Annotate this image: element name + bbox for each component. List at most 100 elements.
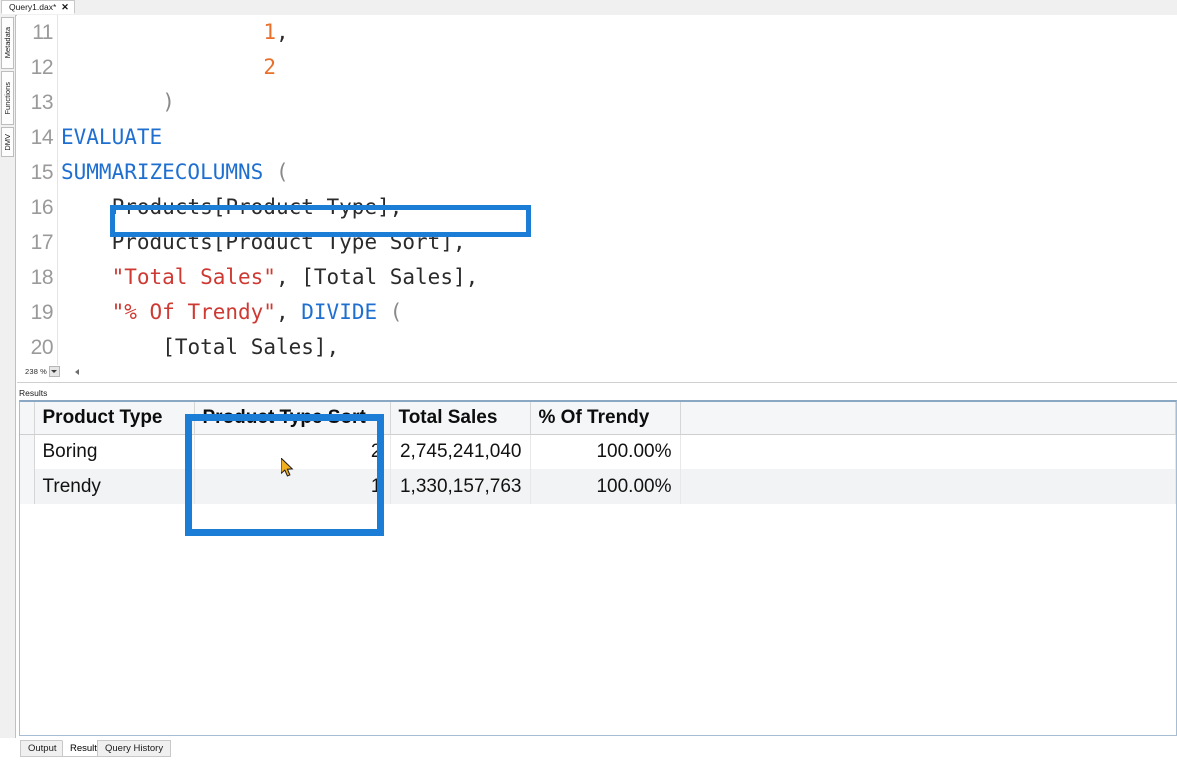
sidebar-item-label: DMV (2, 133, 12, 151)
line-number: 14 (30, 126, 54, 149)
line-number: 16 (30, 196, 54, 219)
tab-query-history[interactable]: Query History (97, 740, 172, 757)
row-selector-cell[interactable] (20, 469, 35, 504)
code-line[interactable]: 11 1, (17, 15, 1177, 50)
code-token: EVALUATE (61, 125, 163, 149)
code-token: , [Total Sales], (275, 265, 479, 289)
cell-product-type[interactable]: Boring (34, 434, 195, 469)
gutter-divider (57, 120, 58, 155)
gutter-divider (57, 85, 58, 120)
code-token: "Total Sales" (111, 265, 276, 289)
column-header-filler (680, 402, 1176, 435)
code-line[interactable]: 15 SUMMARIZECOLUMNS ( (17, 155, 1177, 190)
code-lines-container: 11 1, 12 2 13) 14 EVALUATE 15 SUMMARIZECOLUMNS (… (17, 15, 1177, 365)
cell-pct-of-trendy[interactable]: 100.00% (530, 434, 681, 469)
chevron-down-icon[interactable] (48, 366, 60, 377)
zoom-percent-sign: % (40, 367, 47, 376)
code-token: DIVIDE (301, 300, 378, 324)
code-line[interactable]: 14 EVALUATE (17, 120, 1177, 155)
sidebar-item-metadata[interactable]: Metadata (1, 17, 14, 69)
code-line-text: SUMMARIZECOLUMNS ( (61, 155, 289, 190)
sidebar-item-functions[interactable]: Functions (1, 71, 14, 125)
results-grid: Product Type Product Type Sort Total Sal… (20, 402, 1176, 504)
cell-product-type-sort[interactable]: 1 (194, 469, 391, 504)
column-header-product-type-sort[interactable]: Product Type Sort (194, 402, 391, 435)
gutter-divider (57, 190, 58, 225)
results-grid-frame[interactable]: Product Type Product Type Sort Total Sal… (19, 400, 1177, 736)
code-line-text: "Total Sales", [Total Sales], (112, 260, 479, 295)
column-header-pct-of-trendy[interactable]: % Of Trendy (530, 402, 681, 435)
tab-output[interactable]: Output (20, 740, 65, 757)
gutter-divider (57, 155, 58, 190)
line-number: 19 (30, 301, 54, 324)
left-vertical-tab-rail: Metadata Functions DMV (0, 15, 16, 760)
line-number: 11 (32, 21, 53, 44)
zoom-level-value: 238 (25, 367, 39, 376)
dax-code-editor[interactable]: 11 1, 12 2 13) 14 EVALUATE 15 SUMMARIZECOLUMNS (… (17, 15, 1177, 365)
code-token: 2 (263, 55, 277, 79)
code-token: Products[Product Type], (111, 195, 403, 219)
document-tab-strip: Query1.dax* ✕ (0, 0, 1177, 16)
code-line-text: [Total Sales], (162, 330, 339, 365)
code-line-text: Products[Product Type Sort], (112, 225, 466, 260)
code-line[interactable]: 19 "% Of Trendy", DIVIDE ( (17, 295, 1177, 330)
gutter-divider (57, 260, 58, 295)
cell-filler (680, 469, 1176, 504)
bottom-tab-bar: Output Results Query History (0, 738, 1177, 760)
cell-total-sales[interactable]: 2,745,241,040 (390, 434, 531, 469)
cell-total-sales[interactable]: 1,330,157,763 (390, 469, 531, 504)
document-tab-label: Query1.dax* (9, 1, 57, 12)
gutter-divider (57, 295, 58, 330)
tab-query-history-label: Query History (105, 743, 164, 754)
column-header-total-sales[interactable]: Total Sales (390, 402, 531, 435)
gutter-divider (57, 15, 58, 50)
code-line[interactable]: 18 "Total Sales", [Total Sales], (17, 260, 1177, 295)
table-row[interactable]: Boring 2 2,745,241,040 100.00% (20, 434, 1176, 469)
gutter-divider (57, 50, 58, 85)
code-line[interactable]: 12 2 (17, 50, 1177, 85)
tab-output-label: Output (28, 743, 57, 754)
code-line[interactable]: 20 [Total Sales], (17, 330, 1177, 365)
scroll-left-arrow-icon[interactable] (75, 369, 79, 375)
line-number: 12 (30, 56, 54, 79)
code-token: [Total Sales], (162, 335, 340, 359)
code-line-text: ) (162, 85, 175, 120)
sidebar-item-label: Metadata (2, 27, 12, 59)
cell-product-type[interactable]: Trendy (34, 469, 195, 504)
close-icon[interactable]: ✕ (61, 2, 69, 12)
code-line-text: 1, (263, 15, 288, 50)
editor-status-bar: 238 % (17, 365, 1177, 383)
column-header-product-type[interactable]: Product Type (34, 402, 195, 435)
code-token: , (275, 300, 302, 324)
code-token: Products[Product Type Sort], (111, 230, 466, 254)
code-line-text: EVALUATE (61, 120, 162, 155)
table-row[interactable]: Trendy 1 1,330,157,763 100.00% (20, 469, 1176, 504)
table-body: Boring 2 2,745,241,040 100.00% Trendy 1 … (20, 434, 1176, 504)
zoom-control[interactable]: 238 % (25, 366, 60, 377)
code-line[interactable]: 16 Products[Product Type], (17, 190, 1177, 225)
document-tab-query1[interactable]: Query1.dax* ✕ (1, 0, 75, 14)
line-number: 18 (30, 266, 54, 289)
line-number: 17 (30, 231, 54, 254)
gutter-divider (57, 330, 58, 365)
code-token: "% Of Trendy" (111, 300, 276, 324)
code-line[interactable]: 17 Products[Product Type Sort], (17, 225, 1177, 260)
code-token: ( (275, 160, 289, 184)
code-token: SUMMARIZECOLUMNS (61, 160, 264, 184)
line-number: 15 (30, 161, 54, 184)
row-selector-header[interactable] (20, 402, 35, 435)
table-header-row: Product Type Product Type Sort Total Sal… (20, 402, 1176, 435)
code-token: , (276, 20, 289, 44)
gutter-divider (57, 225, 58, 260)
cell-pct-of-trendy[interactable]: 100.00% (530, 469, 681, 504)
row-selector-cell[interactable] (20, 434, 35, 469)
sidebar-item-dmv[interactable]: DMV (1, 127, 14, 157)
code-token: ) (162, 90, 175, 114)
code-line[interactable]: 13) (17, 85, 1177, 120)
sidebar-item-label: Functions (2, 81, 12, 115)
line-number: 20 (30, 336, 54, 359)
cell-product-type-sort[interactable]: 2 (194, 434, 391, 469)
results-pane: Results Product Type Product Type Sort T… (17, 388, 1177, 736)
